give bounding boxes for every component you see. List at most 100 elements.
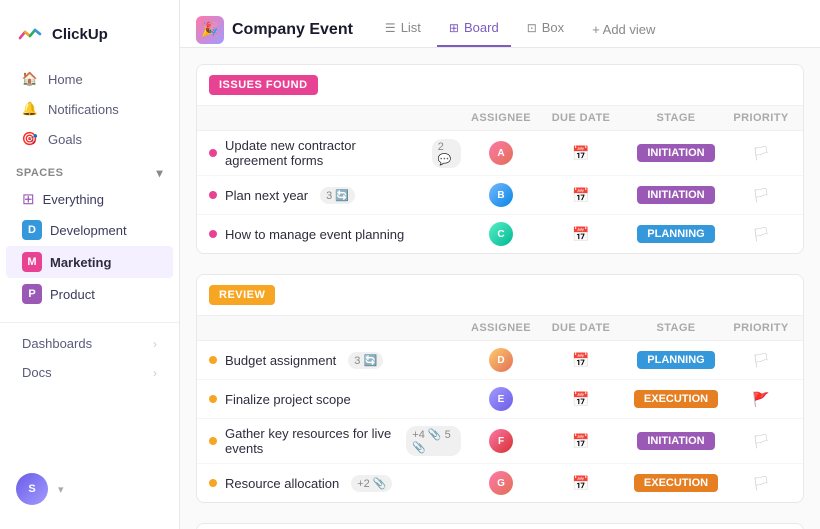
calendar-icon: 📅 — [572, 187, 589, 204]
status-badge: INITIATION — [637, 186, 714, 204]
assignee-cell: C — [461, 222, 541, 246]
col-assignee: ASSIGNEE — [461, 322, 541, 334]
col-task — [209, 322, 461, 334]
group-issues-header: ISSUES FOUND — [197, 65, 803, 106]
avatar: D — [489, 348, 513, 372]
meta-badge: 3 🔄 — [348, 352, 383, 369]
clickup-logo-icon — [16, 20, 44, 48]
sidebar-item-notifications[interactable]: 🔔 Notifications — [6, 94, 173, 124]
due-date-cell: 📅 — [541, 475, 621, 492]
sidebar-item-home[interactable]: 🏠 Home — [6, 64, 173, 94]
sidebar-item-goals[interactable]: 🎯 Goals — [6, 124, 173, 154]
task-name: Plan next year — [225, 188, 308, 203]
space-development-label: Development — [50, 223, 127, 238]
tab-board[interactable]: ⊞ Board — [437, 12, 511, 47]
status-cell: PLANNING — [621, 225, 731, 243]
due-date-cell: 📅 — [541, 391, 621, 408]
table-row[interactable]: How to manage event planning C 📅 PLANNIN… — [197, 215, 803, 253]
flag-icon: 🏳 — [752, 352, 770, 369]
assignee-cell: A — [461, 141, 541, 165]
tab-box[interactable]: ⊡ Box — [515, 12, 576, 47]
avatar-chevron: ▾ — [58, 483, 64, 496]
sidebar-item-docs[interactable]: Docs › — [6, 358, 173, 387]
task-name: Gather key resources for live events — [225, 426, 394, 456]
grid-icon: ⊞ — [22, 190, 35, 208]
task-dot — [209, 437, 217, 445]
add-view-button[interactable]: + Add view — [580, 14, 667, 45]
status-cell: INITIATION — [621, 432, 731, 450]
status-cell: INITIATION — [621, 186, 731, 204]
board-icon: ⊞ — [449, 21, 459, 35]
table-row[interactable]: Plan next year 3 🔄 B 📅 INITIATION 🏳 — [197, 176, 803, 215]
task-dot — [209, 395, 217, 403]
meta-badge: +2 📎 — [351, 475, 392, 492]
task-dot — [209, 356, 217, 364]
priority-cell: 🏳 — [731, 226, 791, 243]
table-header-review: ASSIGNEE DUE DATE STAGE PRIORITY — [197, 316, 803, 341]
priority-cell: 🚩 — [731, 391, 791, 408]
space-marketing-label: Marketing — [50, 255, 111, 270]
sidebar-item-development[interactable]: D Development — [6, 214, 173, 246]
tab-list[interactable]: ☰ List — [373, 12, 433, 47]
assignee-cell: E — [461, 387, 541, 411]
priority-cell: 🏳 — [731, 145, 791, 162]
page-header: 🎉 Company Event ☰ List ⊞ Board ⊡ Box + A… — [180, 0, 820, 48]
flag-icon: 🏳 — [752, 145, 770, 162]
goals-icon: 🎯 — [22, 131, 38, 147]
group-ready-header: READY — [197, 524, 803, 529]
avatar: C — [489, 222, 513, 246]
status-badge: INITIATION — [637, 432, 714, 450]
add-view-label: + Add view — [592, 22, 655, 37]
avatar: F — [489, 429, 513, 453]
status-badge: EXECUTION — [634, 474, 718, 492]
task-name-cell: Resource allocation +2 📎 — [209, 475, 461, 492]
due-date-cell: 📅 — [541, 187, 621, 204]
tab-list-label: List — [401, 20, 421, 35]
col-task — [209, 112, 461, 124]
task-meta: 3 🔄 — [348, 352, 383, 369]
col-priority: PRIORITY — [731, 112, 791, 124]
list-icon: ☰ — [385, 21, 396, 35]
task-name: Finalize project scope — [225, 392, 351, 407]
table-row[interactable]: Budget assignment 3 🔄 D 📅 PLANNING 🏳 — [197, 341, 803, 380]
group-review: REVIEW ASSIGNEE DUE DATE STAGE PRIORITY … — [196, 274, 804, 503]
sidebar-item-product[interactable]: P Product — [6, 278, 173, 310]
task-meta: +4 📎 5 📎 — [406, 426, 461, 456]
space-product-label: Product — [50, 287, 95, 302]
group-issues-badge: ISSUES FOUND — [209, 75, 318, 95]
meta-badge: +4 📎 5 📎 — [406, 426, 461, 456]
sidebar-item-dashboards[interactable]: Dashboards › — [6, 329, 173, 358]
flag-icon: 🏳 — [752, 433, 770, 450]
table-row[interactable]: Gather key resources for live events +4 … — [197, 419, 803, 464]
view-tabs: ☰ List ⊞ Board ⊡ Box + Add view — [373, 12, 667, 47]
spaces-section-header: Spaces ▾ — [0, 154, 179, 184]
due-date-cell: 📅 — [541, 433, 621, 450]
sidebar-item-everything[interactable]: ⊞ Everything — [6, 184, 173, 214]
development-dot: D — [22, 220, 42, 240]
col-due-date: DUE DATE — [541, 112, 621, 124]
sidebar-item-marketing[interactable]: M Marketing — [6, 246, 173, 278]
chevron-right-icon-docs: › — [153, 366, 157, 380]
user-avatar-area[interactable]: S ▾ — [0, 461, 179, 517]
task-name-cell: Finalize project scope — [209, 392, 461, 407]
meta-badge: 3 🔄 — [320, 187, 355, 204]
avatar: E — [489, 387, 513, 411]
status-cell: INITIATION — [621, 144, 731, 162]
group-issues: ISSUES FOUND ASSIGNEE DUE DATE STAGE PRI… — [196, 64, 804, 254]
assignee-cell: G — [461, 471, 541, 495]
space-everything-label: Everything — [43, 192, 104, 207]
avatar: A — [489, 141, 513, 165]
task-dot — [209, 149, 217, 157]
table-row[interactable]: Update new contractor agreement forms 2 … — [197, 131, 803, 176]
task-name: Resource allocation — [225, 476, 339, 491]
chevron-down-icon: ▾ — [156, 166, 163, 180]
priority-cell: 🏳 — [731, 352, 791, 369]
table-row[interactable]: Finalize project scope E 📅 EXECUTION 🚩 — [197, 380, 803, 419]
status-badge: PLANNING — [637, 351, 714, 369]
due-date-cell: 📅 — [541, 226, 621, 243]
table-row[interactable]: Resource allocation +2 📎 G 📅 EXECUTION 🏳 — [197, 464, 803, 502]
task-dot — [209, 191, 217, 199]
calendar-icon: 📅 — [572, 352, 589, 369]
task-meta: 3 🔄 — [320, 187, 355, 204]
product-dot: P — [22, 284, 42, 304]
